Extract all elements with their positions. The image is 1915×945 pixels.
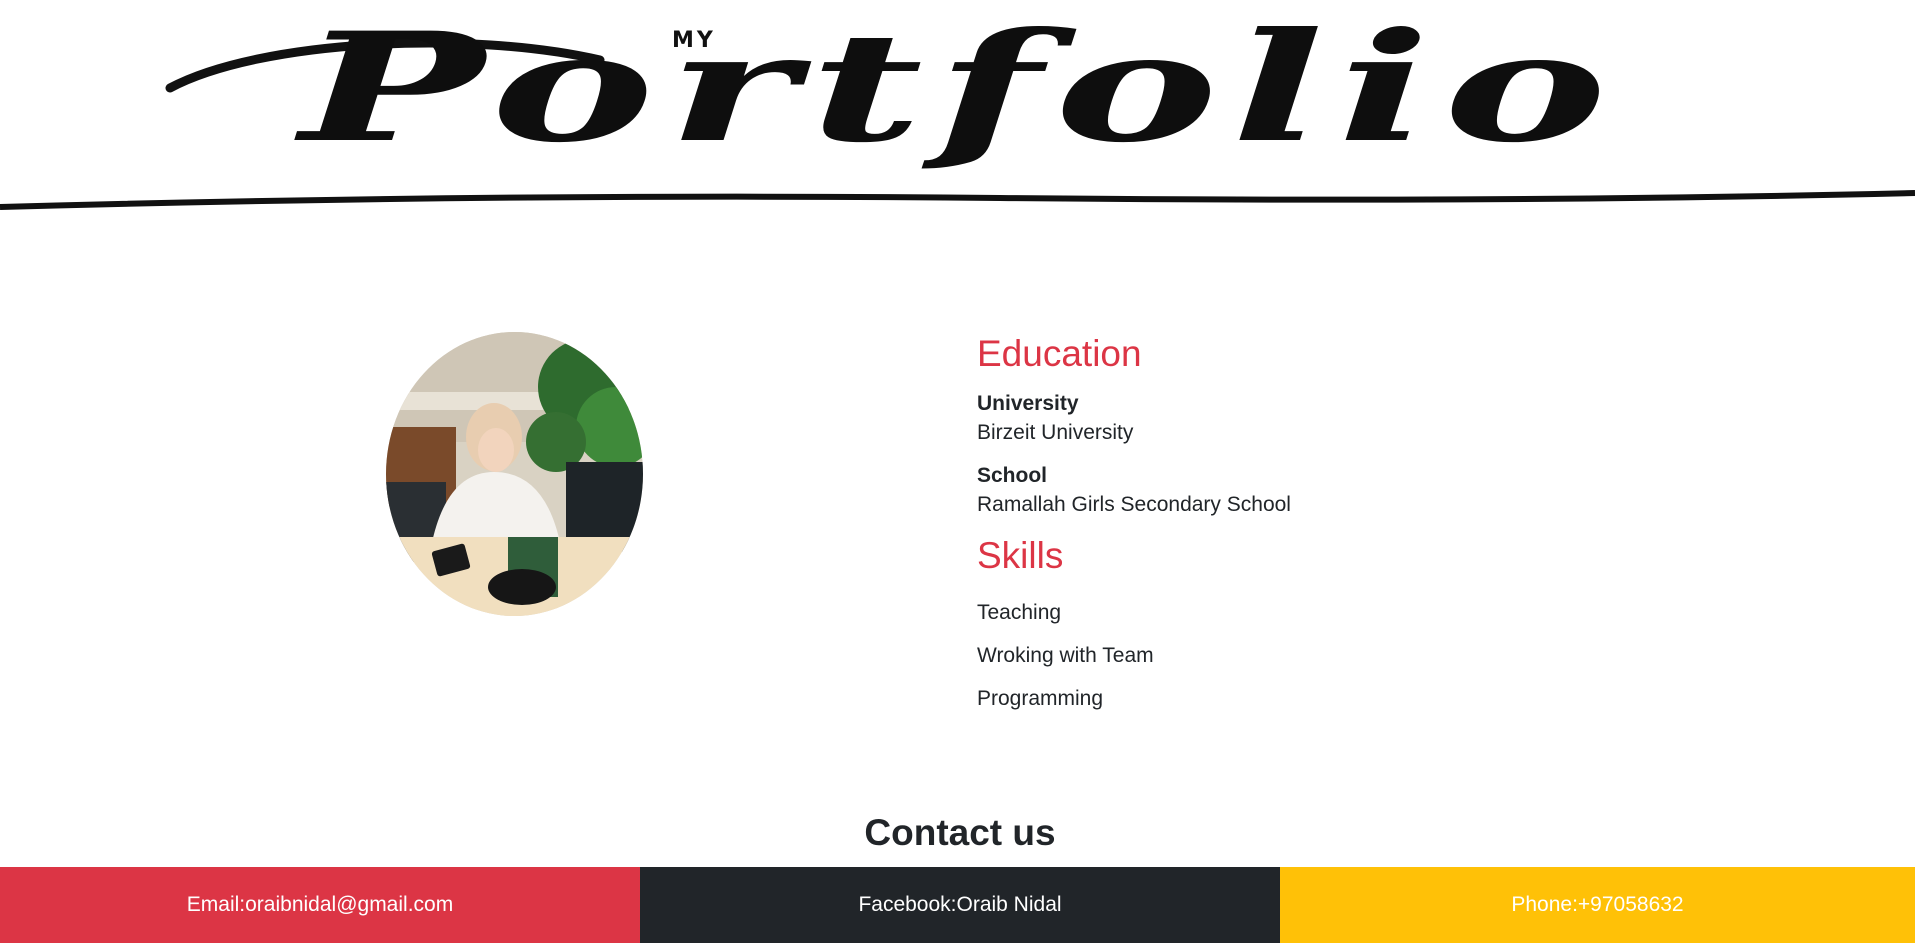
skills-title: Skills: [977, 535, 1064, 577]
portfolio-banner: MY Portfolio: [0, 0, 1915, 220]
education-value: Birzeit University: [977, 421, 1134, 445]
portfolio-banner-art: MY Portfolio: [0, 0, 1915, 210]
education-title: Education: [977, 333, 1142, 374]
contact-footer: Email:oraibnidal@gmail.com Facebook:Orai…: [0, 867, 1915, 943]
education-value: Ramallah Girls Secondary School: [977, 493, 1291, 517]
profile-photo: [386, 332, 643, 616]
education-label: School: [977, 464, 1048, 488]
info-section: Education University Birzeit University …: [977, 332, 1677, 720]
banner-underline: [0, 190, 1915, 210]
facebook-contact[interactable]: Facebook:Oraib Nidal: [640, 867, 1280, 943]
email-contact[interactable]: Email:oraibnidal@gmail.com: [0, 867, 640, 943]
contact-heading: Contact us: [864, 812, 1056, 853]
education-item-school: School Ramallah Girls Secondary School: [977, 462, 1677, 520]
skill-item: Teaching: [977, 600, 1062, 624]
skill-item: Programming: [977, 686, 1104, 710]
skill-item: Wroking with Team: [977, 643, 1154, 667]
education-item-university: University Birzeit University: [977, 390, 1677, 448]
phone-contact[interactable]: Phone:+97058632: [1280, 867, 1915, 943]
profile-photo-icon: [386, 332, 643, 616]
education-label: University: [977, 392, 1079, 416]
banner-script-text: Portfolio: [293, 0, 1620, 176]
